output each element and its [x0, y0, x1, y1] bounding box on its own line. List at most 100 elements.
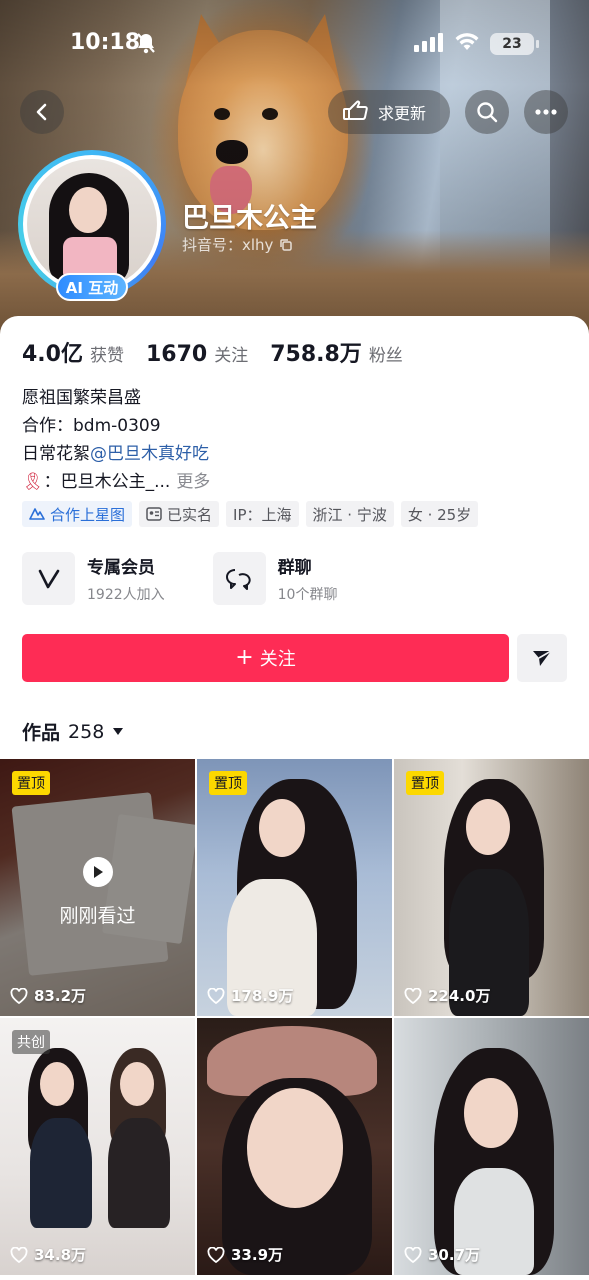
like-count: 30.7万: [404, 1244, 480, 1265]
bio-line-4: 🎗：巴旦木公主_... 更多: [22, 468, 210, 496]
wifi-icon: [454, 32, 480, 56]
bio: 愿祖国繁荣昌盛 合作：bdm-0309 日常花絮@巴旦木真好吃 🎗：巴旦木公主_…: [22, 384, 210, 496]
profile-nickname: 巴旦木公主: [182, 203, 317, 234]
tag-location: 浙江 · 宁波: [305, 501, 394, 527]
video-tile[interactable]: 置顶 178.9万: [197, 759, 392, 1016]
follow-button[interactable]: + 关注: [22, 634, 509, 682]
heart-icon: [207, 987, 225, 1004]
membership-subtitle: 1922人加入: [87, 587, 165, 603]
douyin-id-text: 抖音号：xlhy: [182, 236, 274, 254]
co-creation-badge: 共创: [12, 1030, 50, 1054]
stat-following-value: 1670: [145, 342, 208, 367]
video-tile[interactable]: 置顶 224.0万: [394, 759, 589, 1016]
membership-title: 专属会员: [87, 558, 155, 578]
request-update-label: 求更新: [378, 104, 427, 123]
video-tile[interactable]: 共创 34.8万: [0, 1018, 195, 1275]
ribbon-emoji: 🎗: [22, 472, 44, 492]
star-map-icon: [29, 508, 45, 520]
bio-line-4-text: ：巴旦木公主_...: [43, 472, 171, 492]
group-chat-icon: [212, 552, 266, 605]
works-label: 作品: [22, 722, 61, 744]
search-icon: [477, 102, 498, 123]
status-time: 10:18: [70, 30, 141, 55]
tag-verified[interactable]: 已实名: [139, 501, 220, 527]
request-update-button[interactable]: 求更新: [328, 90, 450, 134]
bio-mention-link[interactable]: @巴旦木真好吃: [90, 444, 209, 464]
stat-followers-label: 粉丝: [368, 346, 403, 366]
status-indicators: 23: [414, 32, 539, 56]
like-count-value: 34.8万: [34, 1246, 87, 1264]
works-count: 258: [68, 720, 105, 743]
video-tile[interactable]: 33.9万: [197, 1018, 392, 1275]
stat-followers[interactable]: 758.8万 粉丝: [270, 336, 403, 368]
douyin-id[interactable]: 抖音号：xlhy: [182, 234, 293, 255]
tag-row: 合作上星图 已实名 IP：上海 浙江 · 宁波 女 · 25岁: [22, 501, 479, 527]
like-count-value: 83.2万: [34, 987, 87, 1005]
video-tile[interactable]: 置顶 刚刚看过 83.2万: [0, 759, 195, 1016]
profile-screen: 10:18 23 求更新 AI 互动 巴旦木公主 抖音号：xlhy 4.0亿 获…: [0, 0, 589, 1280]
recently-viewed-indicator: 刚刚看过: [0, 857, 195, 928]
bio-line-1: 愿祖国繁荣昌盛: [22, 388, 141, 408]
membership-v-icon: [22, 552, 75, 605]
group-chat-subtitle: 10个群聊: [277, 587, 338, 603]
recently-viewed-label: 刚刚看过: [59, 905, 136, 927]
bio-more-link[interactable]: 更多: [176, 472, 210, 492]
like-count: 34.8万: [10, 1244, 86, 1265]
feature-membership[interactable]: 专属会员 1922人加入: [22, 552, 165, 605]
signal-icon: [414, 32, 444, 56]
send-arrow-icon: [533, 650, 552, 666]
pinned-badge: 置顶: [209, 771, 247, 795]
plus-icon: +: [235, 645, 254, 670]
like-count: 33.9万: [207, 1244, 283, 1265]
tag-star-map[interactable]: 合作上星图: [22, 501, 133, 527]
stat-followers-value: 758.8万: [270, 342, 362, 367]
copy-icon: [280, 238, 293, 251]
back-button[interactable]: [20, 90, 64, 134]
heart-icon: [207, 1246, 225, 1263]
avatar-image: [27, 159, 157, 289]
heart-icon: [404, 987, 422, 1004]
works-tab[interactable]: 作品 258: [22, 718, 124, 745]
feature-row: 专属会员 1922人加入 群聊 10个群聊: [22, 552, 337, 605]
search-button[interactable]: [465, 90, 509, 134]
chevron-left-icon: [36, 103, 47, 121]
caret-down-icon: [113, 728, 124, 735]
stat-likes[interactable]: 4.0亿 获赞: [22, 336, 124, 368]
pinned-badge: 置顶: [406, 771, 444, 795]
stat-likes-label: 获赞: [89, 346, 124, 366]
bell-muted-icon: [136, 32, 156, 58]
like-count-value: 33.9万: [231, 1246, 284, 1264]
ai-interact-badge[interactable]: AI 互动: [56, 273, 128, 301]
stat-following[interactable]: 1670 关注: [146, 341, 248, 367]
like-count: 224.0万: [404, 985, 490, 1006]
stat-following-label: 关注: [214, 346, 249, 366]
heart-icon: [404, 1246, 422, 1263]
like-count-value: 30.7万: [428, 1246, 481, 1264]
more-dots-icon: [535, 109, 557, 115]
like-count-value: 224.0万: [428, 987, 491, 1005]
play-icon: [82, 857, 113, 887]
heart-icon: [10, 987, 28, 1004]
more-options-button[interactable]: [524, 90, 568, 134]
id-card-icon: [146, 507, 162, 521]
tag-ip: IP：上海: [226, 501, 299, 527]
tag-gender-age: 女 · 25岁: [400, 501, 479, 527]
battery-indicator: 23: [490, 33, 539, 55]
feature-group-chat[interactable]: 群聊 10个群聊: [212, 552, 338, 605]
stats-row: 4.0亿 获赞 1670 关注 758.8万 粉丝: [22, 336, 403, 368]
video-tile[interactable]: 30.7万: [394, 1018, 589, 1275]
like-count: 178.9万: [207, 985, 293, 1006]
video-grid: 置顶 刚刚看过 83.2万 置顶 178.9万 置顶 224.0万 共创 34.…: [0, 759, 589, 1275]
hand-point-icon: [342, 99, 368, 125]
share-button[interactable]: [517, 634, 567, 682]
heart-icon: [10, 1246, 28, 1263]
pinned-badge: 置顶: [12, 771, 50, 795]
follow-button-label: 关注: [259, 649, 296, 670]
bio-line-3: 日常花絮@巴旦木真好吃: [22, 440, 210, 468]
tag-verified-label: 已实名: [167, 505, 213, 524]
tag-star-map-label: 合作上星图: [50, 505, 126, 524]
like-count: 83.2万: [10, 985, 86, 1006]
like-count-value: 178.9万: [231, 987, 294, 1005]
group-chat-title: 群聊: [277, 558, 312, 578]
bio-line-2: 合作：bdm-0309: [22, 416, 161, 436]
